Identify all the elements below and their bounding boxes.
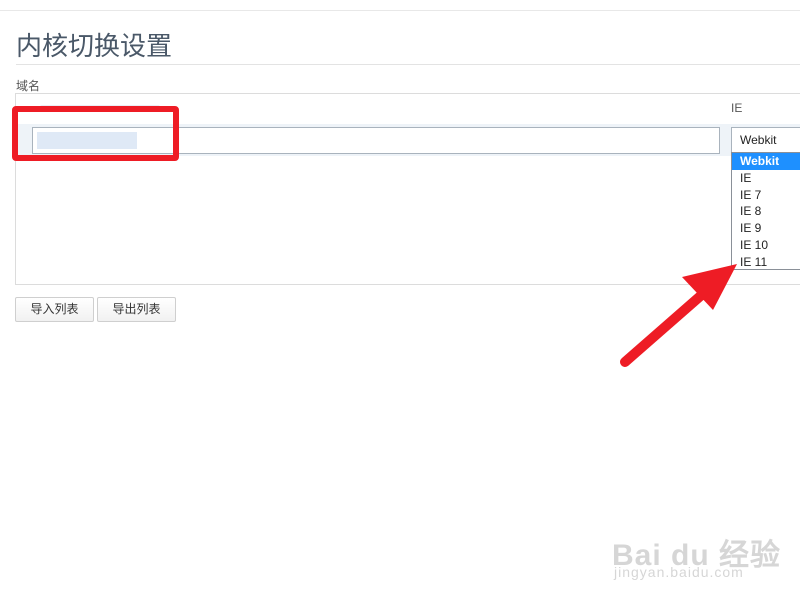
red-arrow-annotation — [620, 264, 737, 367]
baidu-watermark: Bai du 经验 jingyan.baidu.com — [612, 520, 797, 595]
watermark-url: jingyan.baidu.com — [614, 564, 744, 580]
